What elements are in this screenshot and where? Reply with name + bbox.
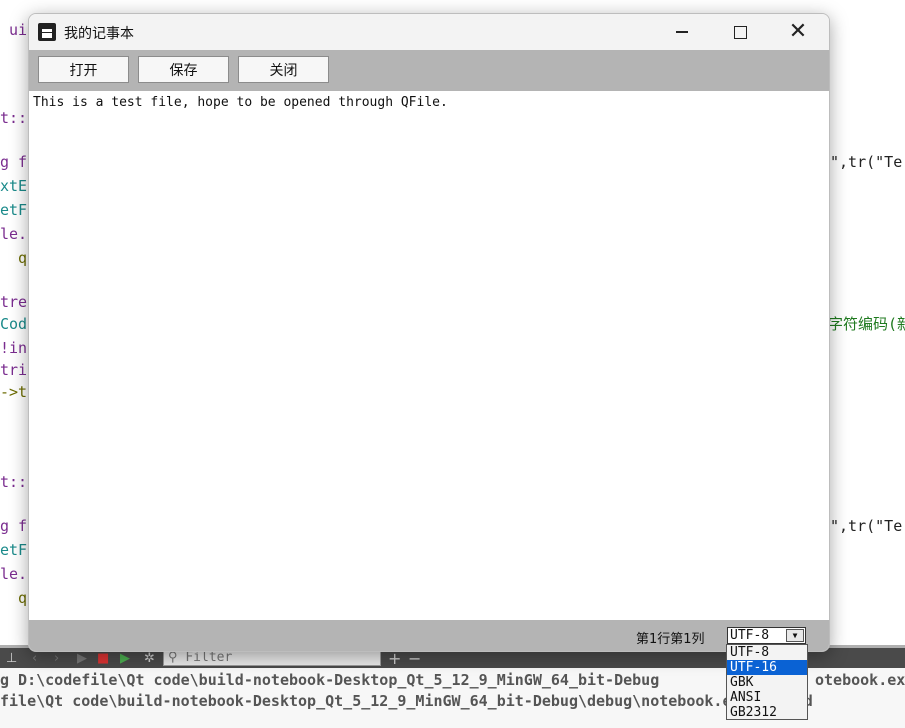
code-line: le.	[0, 565, 28, 583]
save-button[interactable]: 保存	[138, 56, 229, 83]
encoding-selected-value: UTF-8	[730, 628, 770, 643]
filter-placeholder: Filter	[185, 650, 233, 665]
back-icon[interactable]: ‹	[32, 651, 37, 667]
add-icon[interactable]: +	[388, 651, 401, 667]
code-line: !in	[0, 339, 28, 357]
code-line: q	[0, 589, 28, 607]
code-line: t::	[0, 473, 28, 491]
output-line-2: file\Qt code\build-notebook-Desktop_Qt_5…	[0, 692, 813, 710]
stop-icon[interactable]: ■	[97, 651, 109, 667]
code-line: q	[0, 249, 28, 267]
code-line: tre	[0, 293, 28, 311]
code-line: g f	[0, 153, 28, 171]
encoding-select[interactable]: UTF-8 ▼	[727, 627, 806, 644]
text-editor[interactable]: This is a test file, hope to be opened t…	[29, 91, 829, 620]
code-line: xtE	[0, 177, 28, 195]
window-title: 我的记事本	[64, 26, 134, 42]
minimize-icon	[676, 31, 688, 33]
open-button[interactable]: 打开	[38, 56, 129, 83]
title-bar[interactable]: 我的记事本 ✕	[29, 14, 829, 50]
output-line-1-tail: otebook.ex	[815, 671, 905, 689]
minimize-button[interactable]	[653, 14, 711, 50]
code-line: g f	[0, 517, 28, 535]
encoding-option[interactable]: GBK	[727, 675, 807, 690]
encoding-dropdown-list: UTF-8 UTF-16 GBK ANSI GB2312	[726, 644, 808, 720]
settings-icon[interactable]: ✲	[144, 651, 155, 667]
notepad-icon	[38, 23, 56, 41]
code-line-fragment: ",tr("Te	[830, 153, 903, 171]
code-line: etF	[0, 201, 28, 219]
maximize-button[interactable]	[711, 14, 769, 50]
code-line: Cod	[0, 315, 28, 333]
cursor-position-label: 第1行第1列	[636, 632, 705, 647]
debug-icon[interactable]: ⊥	[6, 651, 17, 667]
code-line-fragment: ",tr("Te	[830, 517, 903, 535]
encoding-option[interactable]: UTF-16	[727, 660, 807, 675]
code-line: ->t	[0, 383, 28, 401]
code-line: tri	[0, 361, 28, 379]
chevron-down-icon[interactable]: ▼	[786, 629, 804, 642]
code-line-fragment: 字符编码(新	[828, 315, 905, 333]
notebook-window: 我的记事本 ✕ 打开 保存 关闭 This is a test file, ho…	[28, 13, 830, 652]
remove-icon[interactable]: −	[408, 651, 421, 667]
debug-run-icon[interactable]: ▶	[120, 651, 130, 667]
output-line-1: g D:\codefile\Qt code\build-notebook-Des…	[0, 671, 660, 689]
encoding-option[interactable]: GB2312	[727, 705, 807, 720]
close-window-button[interactable]: ✕	[769, 14, 827, 50]
editor-content: This is a test file, hope to be opened t…	[33, 95, 448, 110]
encoding-option[interactable]: ANSI	[727, 690, 807, 705]
encoding-option[interactable]: UTF-8	[727, 645, 807, 660]
toolbar: 打开 保存 关闭	[29, 50, 829, 91]
run-icon[interactable]: ▶	[77, 651, 87, 667]
close-icon: ✕	[788, 19, 808, 44]
close-file-button[interactable]: 关闭	[238, 56, 329, 83]
forward-icon[interactable]: ›	[54, 651, 59, 667]
status-bar: 第1行第1列 UTF-8 ▼	[29, 620, 829, 651]
code-line: le.	[0, 225, 28, 243]
code-line: t::	[0, 109, 28, 127]
code-line: ui	[0, 21, 28, 39]
code-line: etF	[0, 541, 28, 559]
maximize-icon	[733, 25, 747, 39]
